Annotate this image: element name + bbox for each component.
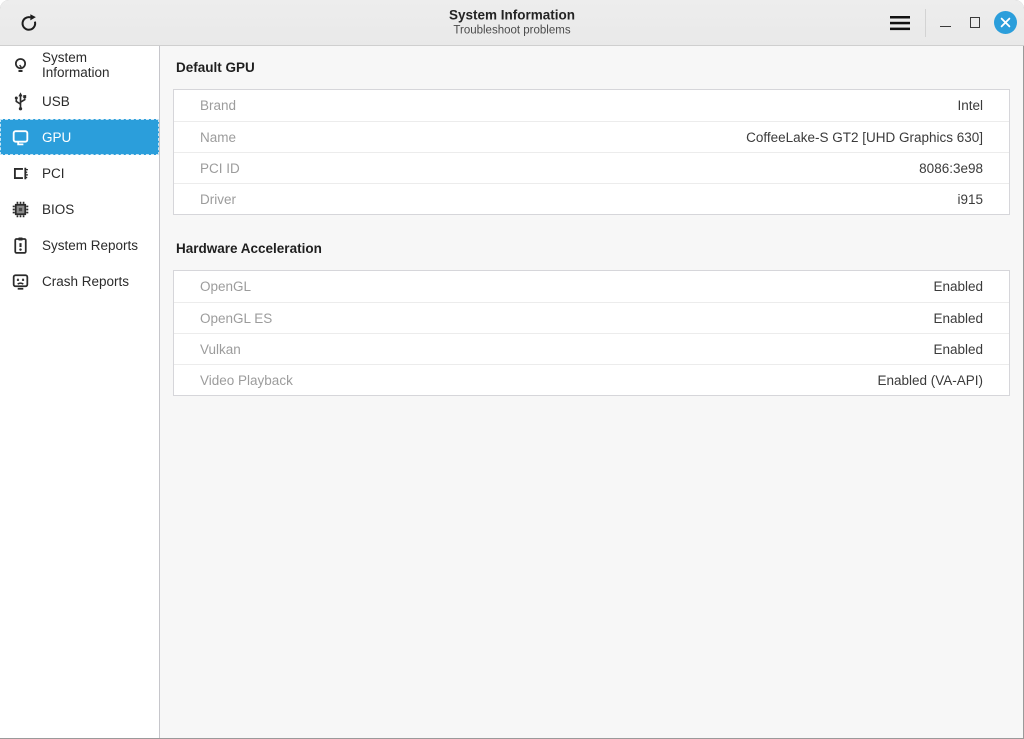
window-subtitle: Troubleshoot problems xyxy=(449,24,575,38)
chip-icon xyxy=(10,199,31,220)
row-label: Name xyxy=(200,130,236,145)
row-value: 8086:3e98 xyxy=(919,161,983,176)
close-icon xyxy=(999,16,1012,29)
row-value: Enabled xyxy=(933,342,983,357)
row-value: Enabled (VA-API) xyxy=(877,373,983,388)
titlebar-separator xyxy=(925,9,926,37)
sidebar-item-label: PCI xyxy=(42,166,65,181)
info-table: Brand Intel Name CoffeeLake-S GT2 [UHD G… xyxy=(173,89,1010,215)
row-value: i915 xyxy=(957,192,983,207)
window-title-block: System Information Troubleshoot problems xyxy=(449,7,575,38)
row-label: PCI ID xyxy=(200,161,240,176)
info-table: OpenGL Enabled OpenGL ES Enabled Vulkan … xyxy=(173,270,1010,396)
sidebar-item-label: GPU xyxy=(42,130,71,145)
sidebar-item-pci[interactable]: PCI xyxy=(0,155,159,191)
hamburger-menu-icon xyxy=(890,15,910,31)
sidebar-item-label: System Reports xyxy=(42,238,138,253)
clipboard-alert-icon xyxy=(10,235,31,256)
table-row: OpenGL ES Enabled xyxy=(174,302,1009,333)
main-area: System Information USB xyxy=(0,46,1024,738)
row-label: Driver xyxy=(200,192,236,207)
minimize-icon xyxy=(940,26,951,28)
row-value: Enabled xyxy=(933,279,983,294)
expansion-card-icon xyxy=(10,163,31,184)
row-value: Enabled xyxy=(933,311,983,326)
app-window: System Information Troubleshoot problems xyxy=(0,0,1024,739)
row-label: OpenGL ES xyxy=(200,311,272,326)
minimize-button[interactable] xyxy=(930,8,960,38)
crashed-screen-icon xyxy=(10,271,31,292)
titlebar-controls xyxy=(879,6,1024,40)
sidebar: System Information USB xyxy=(0,46,160,738)
table-row: Video Playback Enabled (VA-API) xyxy=(174,364,1009,395)
sidebar-item-gpu[interactable]: GPU xyxy=(0,119,159,155)
lightbulb-icon xyxy=(10,55,31,76)
section-hardware-acceleration: Hardware Acceleration OpenGL Enabled Ope… xyxy=(173,240,1010,396)
maximize-icon xyxy=(970,17,981,28)
row-label: Vulkan xyxy=(200,342,241,357)
maximize-button[interactable] xyxy=(960,8,990,38)
window-title: System Information xyxy=(449,7,575,24)
monitor-icon xyxy=(10,127,31,148)
refresh-button[interactable] xyxy=(12,7,44,39)
titlebar: System Information Troubleshoot problems xyxy=(0,0,1024,46)
sidebar-item-crash-reports[interactable]: Crash Reports xyxy=(0,263,159,299)
usb-icon xyxy=(10,91,31,112)
table-row: PCI ID 8086:3e98 xyxy=(174,152,1009,183)
row-value: CoffeeLake-S GT2 [UHD Graphics 630] xyxy=(746,130,983,145)
section-title: Hardware Acceleration xyxy=(176,240,1010,258)
sidebar-item-label: BIOS xyxy=(42,202,74,217)
sidebar-item-label: Crash Reports xyxy=(42,274,129,289)
row-label: OpenGL xyxy=(200,279,251,294)
table-row: Brand Intel xyxy=(174,90,1009,121)
content-panel: Default GPU Brand Intel Name CoffeeLake-… xyxy=(160,46,1024,738)
refresh-icon xyxy=(18,12,39,33)
sidebar-item-label: USB xyxy=(42,94,70,109)
sidebar-item-system-information[interactable]: System Information xyxy=(0,47,159,83)
section-title: Default GPU xyxy=(176,59,1010,77)
row-label: Brand xyxy=(200,98,236,113)
menu-button[interactable] xyxy=(879,6,921,40)
sidebar-item-bios[interactable]: BIOS xyxy=(0,191,159,227)
row-value: Intel xyxy=(957,98,983,113)
table-row: Vulkan Enabled xyxy=(174,333,1009,364)
sidebar-item-usb[interactable]: USB xyxy=(0,83,159,119)
table-row: OpenGL Enabled xyxy=(174,271,1009,302)
table-row: Name CoffeeLake-S GT2 [UHD Graphics 630] xyxy=(174,121,1009,152)
sidebar-item-system-reports[interactable]: System Reports xyxy=(0,227,159,263)
sidebar-item-label: System Information xyxy=(42,50,152,80)
section-default-gpu: Default GPU Brand Intel Name CoffeeLake-… xyxy=(173,59,1010,215)
close-button[interactable] xyxy=(994,11,1017,34)
row-label: Video Playback xyxy=(200,373,293,388)
table-row: Driver i915 xyxy=(174,183,1009,214)
